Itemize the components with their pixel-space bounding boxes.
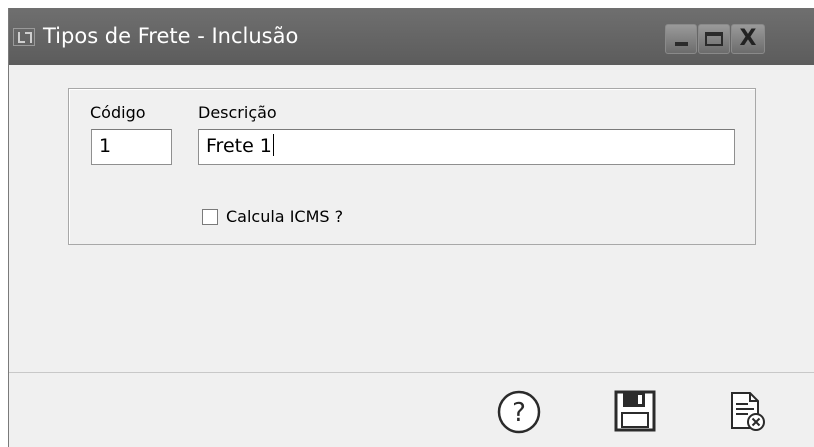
app-icon[interactable] <box>13 28 35 46</box>
codigo-label: Código <box>90 103 146 122</box>
descricao-label: Descrição <box>198 103 277 122</box>
footer-divider <box>9 372 814 373</box>
save-icon <box>614 390 656 432</box>
minimize-icon <box>675 42 688 46</box>
dialog-window: Tipos de Frete - Inclusão X Código 1 Des… <box>8 8 814 447</box>
help-glyph: ? <box>512 398 526 428</box>
cancel-button[interactable] <box>724 388 772 436</box>
calcula-icms-checkbox[interactable] <box>202 209 218 225</box>
window-title: Tipos de Frete - Inclusão <box>43 24 299 48</box>
maximize-icon <box>705 32 723 46</box>
save-button[interactable] <box>612 388 660 436</box>
codigo-value: 1 <box>99 135 112 157</box>
close-button[interactable]: X <box>731 24 765 54</box>
minimize-button[interactable] <box>665 24 697 54</box>
descricao-field[interactable]: Frete 1 <box>198 129 735 165</box>
descricao-value: Frete 1 <box>206 135 272 157</box>
codigo-field[interactable]: 1 <box>91 129 172 165</box>
help-button[interactable]: ? <box>495 388 543 436</box>
title-bar[interactable]: Tipos de Frete - Inclusão X <box>9 8 814 65</box>
form-group-box <box>68 88 756 245</box>
cancel-document-icon <box>731 392 765 431</box>
text-cursor <box>272 134 274 156</box>
help-icon: ? <box>497 390 541 434</box>
close-icon: X <box>739 26 757 51</box>
maximize-button[interactable] <box>698 24 730 54</box>
calcula-icms-label[interactable]: Calcula ICMS ? <box>226 207 343 226</box>
